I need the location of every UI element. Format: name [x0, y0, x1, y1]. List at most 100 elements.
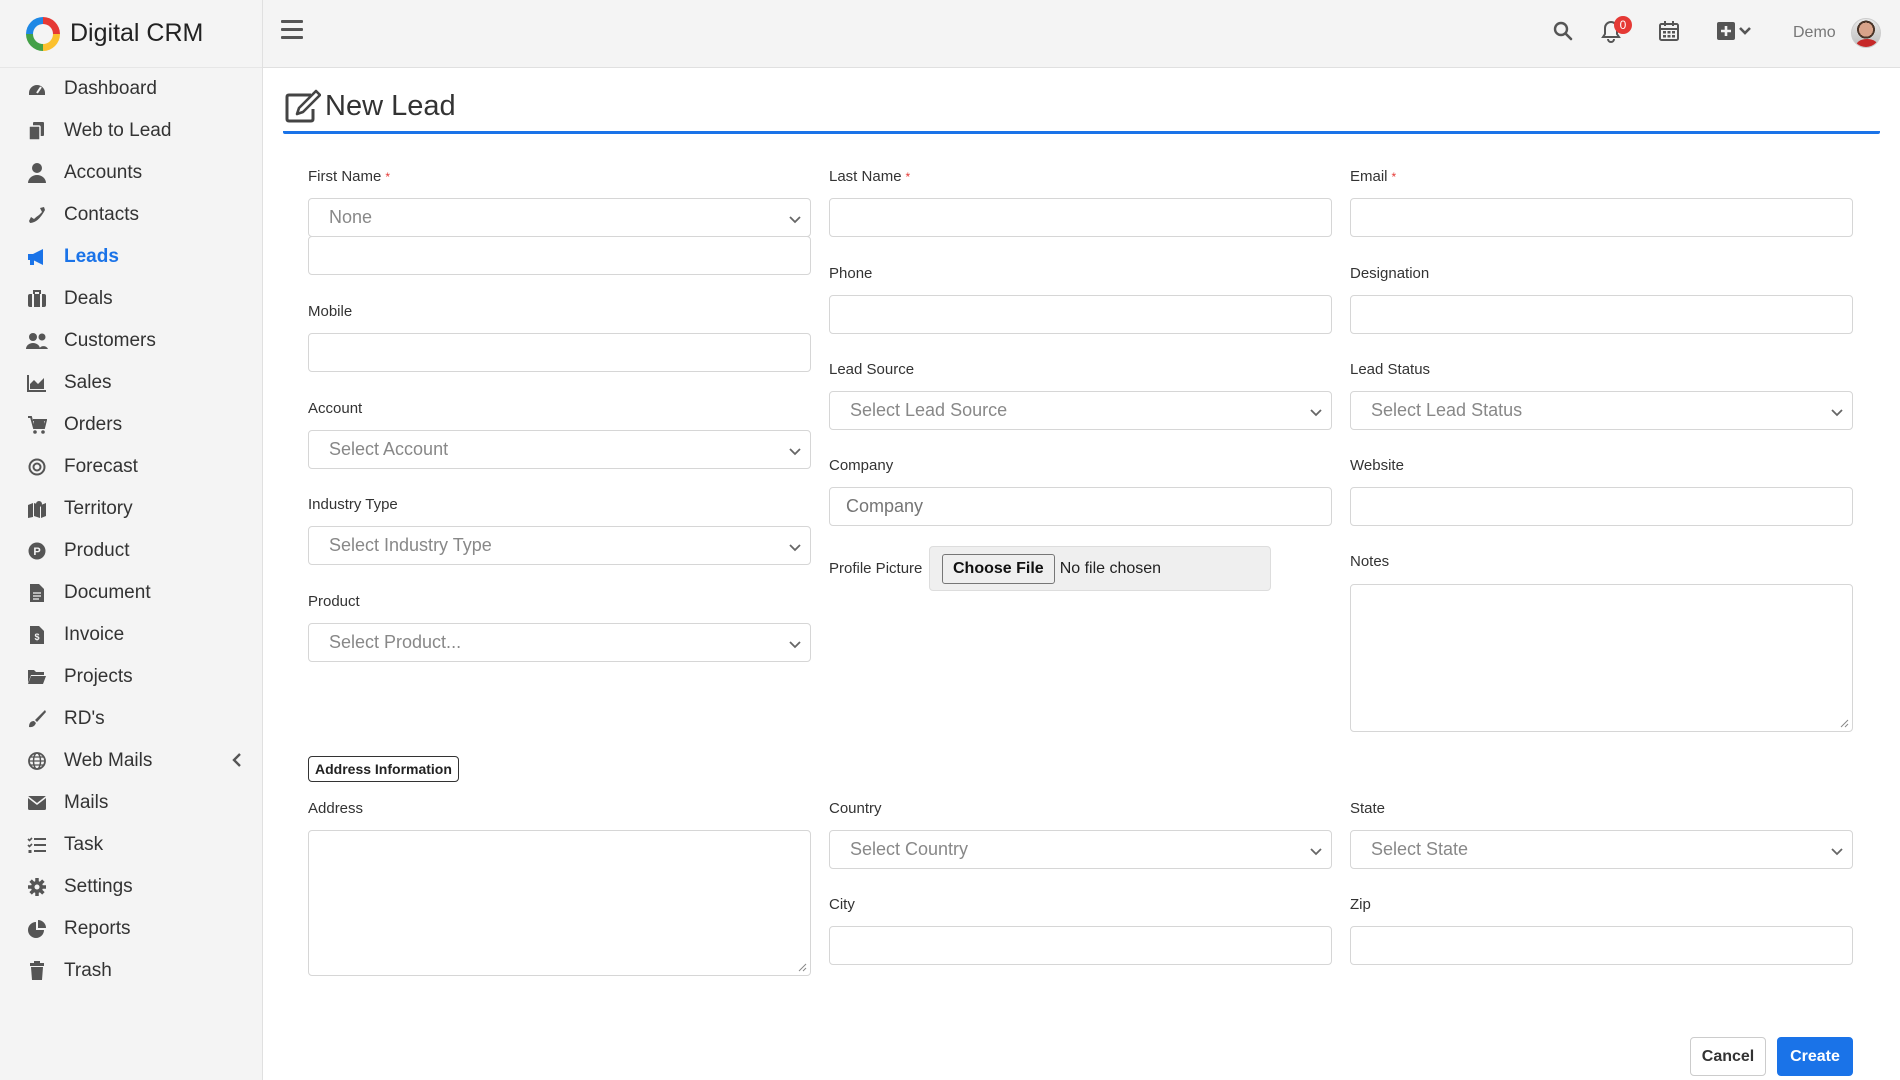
sidebar-item-label: Settings [64, 876, 133, 897]
sidebar-item-label: Trash [64, 960, 112, 981]
sidebar-item-label: Territory [64, 498, 133, 519]
sidebar-item-customers[interactable]: Customers [0, 320, 262, 362]
sidebar-item-dashboard[interactable]: Dashboard [0, 68, 262, 110]
envelope-icon [26, 792, 48, 814]
chevron-left-icon[interactable] [232, 752, 242, 770]
file-status: No file chosen [1059, 559, 1162, 577]
notes-label: Notes [1350, 553, 1390, 570]
last-name-label: Last Name * [829, 168, 911, 185]
sidebar-item-deals[interactable]: Deals [0, 278, 262, 320]
salutation-select[interactable]: None [308, 198, 811, 237]
last-name-input[interactable] [829, 198, 1332, 237]
country-select[interactable]: Select Country [829, 830, 1332, 869]
sidebar-item-trash[interactable]: Trash [0, 950, 262, 992]
address-textarea[interactable] [308, 830, 811, 976]
sidebar-item-reports[interactable]: Reports [0, 908, 262, 950]
email-input[interactable] [1350, 198, 1853, 237]
mobile-input[interactable] [308, 333, 811, 372]
phone-icon [26, 204, 48, 226]
city-label: City [829, 896, 855, 913]
sidebar-item-forecast[interactable]: Forecast [0, 446, 262, 488]
quick-add-icon[interactable] [1716, 20, 1756, 46]
user-name[interactable]: Demo [1793, 24, 1836, 42]
phone-input[interactable] [829, 295, 1332, 334]
page-header: New Lead [283, 82, 1880, 134]
sidebar-item-invoice[interactable]: $ Invoice [0, 614, 262, 656]
sidebar-item-web-to-lead[interactable]: Web to Lead [0, 110, 262, 152]
product-label: Product [308, 593, 360, 610]
sidebar-item-label: Contacts [64, 204, 139, 225]
calendar-icon[interactable] [1658, 20, 1684, 46]
sidebar-item-settings[interactable]: Settings [0, 866, 262, 908]
industry-type-select[interactable]: Select Industry Type [308, 526, 811, 565]
sidebar-item-task[interactable]: Task [0, 824, 262, 866]
edit-icon [285, 89, 322, 125]
website-input[interactable] [1350, 487, 1853, 526]
profile-picture-upload: Choose File No file chosen [929, 546, 1271, 591]
resize-handle-icon[interactable] [1839, 718, 1849, 728]
sidebar-item-label: Sales [64, 372, 112, 393]
sidebar-item-product[interactable]: P Product [0, 530, 262, 572]
sidebar-item-rds[interactable]: RD's [0, 698, 262, 740]
user-icon [26, 162, 48, 184]
choose-file-button[interactable]: Choose File [942, 553, 1055, 584]
resize-handle-icon[interactable] [797, 962, 807, 972]
sidebar-item-projects[interactable]: Projects [0, 656, 262, 698]
menu-toggle-icon[interactable] [281, 20, 303, 42]
phone-label: Phone [829, 265, 873, 282]
zip-label: Zip [1350, 896, 1371, 913]
designation-input[interactable] [1350, 295, 1853, 334]
sidebar-item-accounts[interactable]: Accounts [0, 152, 262, 194]
company-input[interactable] [829, 487, 1332, 526]
map-icon [26, 498, 48, 520]
lead-status-select[interactable]: Select Lead Status [1350, 391, 1853, 430]
product-icon: P [26, 540, 48, 562]
lead-source-select[interactable]: Select Lead Source [829, 391, 1332, 430]
gear-icon [26, 876, 48, 898]
chevron-down-icon [788, 442, 802, 456]
chevron-down-icon [1309, 403, 1323, 417]
search-icon[interactable] [1552, 20, 1578, 46]
brand[interactable]: Digital CRM [0, 0, 262, 68]
country-label: Country [829, 800, 882, 817]
sidebar-item-territory[interactable]: Territory [0, 488, 262, 530]
brush-icon [26, 708, 48, 730]
sidebar-item-mails[interactable]: Mails [0, 782, 262, 824]
sidebar-item-document[interactable]: Document [0, 572, 262, 614]
state-select[interactable]: Select State [1350, 830, 1853, 869]
first-name-input[interactable] [308, 236, 811, 275]
sidebar-item-web-mails[interactable]: Web Mails [0, 740, 262, 782]
country-placeholder: Select Country [850, 839, 969, 859]
notification-bell-icon[interactable]: 0 [1600, 16, 1632, 46]
website-label: Website [1350, 457, 1404, 474]
svg-text:P: P [33, 546, 40, 558]
avatar[interactable] [1851, 18, 1881, 48]
file-icon [26, 582, 48, 604]
chevron-down-icon [788, 635, 802, 649]
address-section-title: Address Information [308, 756, 459, 782]
tasks-icon [26, 834, 48, 856]
globe-icon [26, 750, 48, 772]
sidebar-item-label: Mails [64, 792, 109, 813]
product-select[interactable]: Select Product... [308, 623, 811, 662]
account-select[interactable]: Select Account [308, 430, 811, 469]
zip-input[interactable] [1350, 926, 1853, 965]
sidebar-item-leads[interactable]: Leads [0, 236, 262, 278]
state-placeholder: Select State [1371, 839, 1469, 859]
city-input[interactable] [829, 926, 1332, 965]
sidebar-item-label: Task [64, 834, 104, 855]
cancel-button[interactable]: Cancel [1690, 1037, 1766, 1076]
sidebar-item-orders[interactable]: Orders [0, 404, 262, 446]
notes-textarea[interactable] [1350, 584, 1853, 732]
sidebar-nav: Dashboard Web to Lead Accounts Contacts … [0, 68, 262, 992]
users-icon [26, 330, 48, 352]
chevron-down-icon [1830, 842, 1844, 856]
sidebar-item-sales[interactable]: Sales [0, 362, 262, 404]
designation-label: Designation [1350, 265, 1430, 282]
product-placeholder: Select Product... [329, 632, 462, 652]
sidebar-item-contacts[interactable]: Contacts [0, 194, 262, 236]
create-button[interactable]: Create [1777, 1037, 1853, 1076]
notification-badge: 0 [1614, 16, 1632, 34]
mobile-label: Mobile [308, 303, 353, 320]
sidebar-item-label: RD's [64, 708, 105, 729]
